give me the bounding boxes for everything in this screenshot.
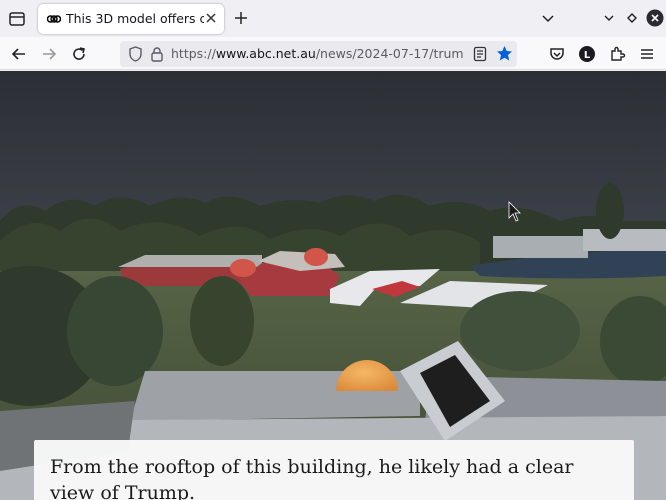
- red-dome: [230, 259, 256, 277]
- window-close-icon[interactable]: [646, 9, 664, 27]
- tree: [596, 183, 624, 239]
- tab-overview-icon[interactable]: [7, 9, 27, 29]
- url-prefix: https://: [171, 46, 216, 61]
- caption-card: From the rooftop of this building, he li…: [34, 440, 634, 500]
- tree: [67, 276, 163, 386]
- star-icon[interactable]: [496, 45, 513, 62]
- abc-logo-icon: [47, 15, 61, 23]
- url-text[interactable]: https://www.abc.net.au/news/2024-07-17/t…: [171, 46, 463, 61]
- red-dome: [304, 248, 328, 266]
- navigation-toolbar: https://www.abc.net.au/news/2024-07-17/t…: [0, 37, 666, 70]
- url-host: www.abc.net.au: [215, 46, 316, 61]
- reader-view-icon[interactable]: [473, 46, 487, 62]
- extensions-icon[interactable]: [608, 45, 626, 63]
- lock-icon[interactable]: [150, 46, 164, 62]
- chevron-down-icon[interactable]: [540, 10, 556, 26]
- pocket-icon[interactable]: [548, 45, 566, 63]
- tab-bar: This 3D model offers clues: [0, 0, 666, 37]
- plus-icon[interactable]: [232, 9, 250, 27]
- menu-icon[interactable]: [638, 45, 656, 63]
- back-arrow-icon[interactable]: [10, 45, 28, 63]
- forward-arrow-icon[interactable]: [40, 45, 58, 63]
- account-icon[interactable]: L: [578, 45, 596, 63]
- svg-text:L: L: [584, 50, 591, 61]
- page-content: From the rooftop of this building, he li…: [0, 71, 666, 500]
- tree: [190, 276, 254, 366]
- url-path: /news/2024-07-17/trump-shoo: [315, 46, 463, 61]
- 3d-model-scene[interactable]: [0, 71, 666, 500]
- reload-icon[interactable]: [70, 45, 88, 63]
- shield-icon[interactable]: [128, 46, 143, 62]
- browser-tab[interactable]: This 3D model offers clues: [38, 4, 224, 34]
- building: [493, 236, 588, 258]
- tab-title: This 3D model offers clues: [66, 11, 204, 26]
- tree: [460, 291, 580, 371]
- caption-text: From the rooftop of this building, he li…: [50, 456, 574, 500]
- chevron-down-icon[interactable]: [601, 10, 617, 26]
- close-icon[interactable]: [204, 11, 218, 25]
- url-bar[interactable]: https://www.abc.net.au/news/2024-07-17/t…: [120, 41, 517, 67]
- building: [583, 229, 666, 251]
- diamond-icon[interactable]: [624, 10, 640, 26]
